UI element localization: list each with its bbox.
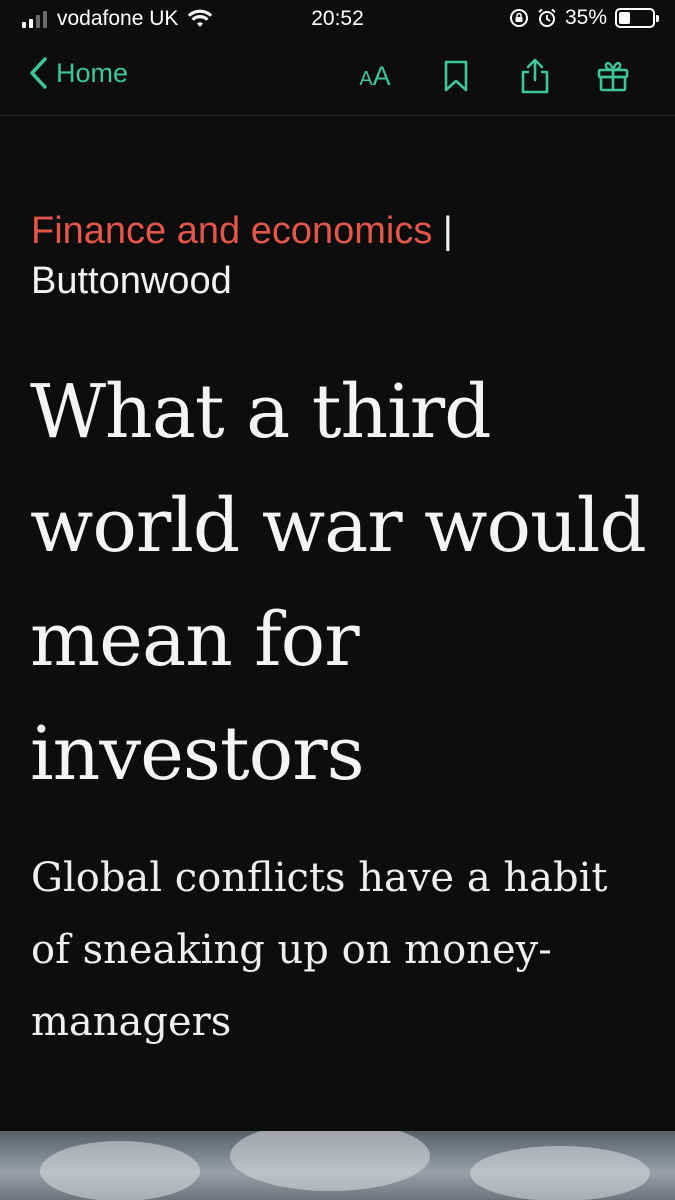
navigation-bar: Home AA xyxy=(0,40,675,116)
battery-percent: 35% xyxy=(564,6,607,29)
alarm-icon xyxy=(538,8,556,27)
status-right: 35% xyxy=(509,6,659,30)
article-kicker: Finance and economics | Buttonwood xyxy=(31,206,641,306)
rotation-lock-icon xyxy=(509,9,528,27)
font-size-icon: AA xyxy=(359,61,390,92)
font-size-button[interactable]: AA xyxy=(355,56,395,96)
home-back-label: Home xyxy=(56,57,129,88)
kicker-separator: | xyxy=(442,210,453,252)
font-size-big-glyph: A xyxy=(372,60,391,91)
battery-icon xyxy=(615,8,659,28)
article-standfirst: Global conflicts have a habit of sneakin… xyxy=(31,855,608,1045)
section-link[interactable]: Finance and economics xyxy=(31,210,432,252)
bookmark-icon xyxy=(444,60,468,92)
share-icon xyxy=(521,58,549,94)
gift-button[interactable] xyxy=(593,56,633,96)
share-button[interactable] xyxy=(515,56,555,96)
battery-level xyxy=(619,12,631,24)
chevron-left-icon xyxy=(30,57,47,89)
hero-image xyxy=(0,1131,675,1200)
status-bar: vodafone UK 20:52 35% xyxy=(0,0,675,38)
font-size-small-glyph: A xyxy=(359,67,373,90)
bookmark-button[interactable] xyxy=(436,56,476,96)
column-name: Buttonwood xyxy=(31,260,232,302)
article-headline: What a third world war would mean for in… xyxy=(30,369,647,797)
home-back-button[interactable]: Home xyxy=(28,56,128,90)
gift-icon xyxy=(597,61,629,92)
